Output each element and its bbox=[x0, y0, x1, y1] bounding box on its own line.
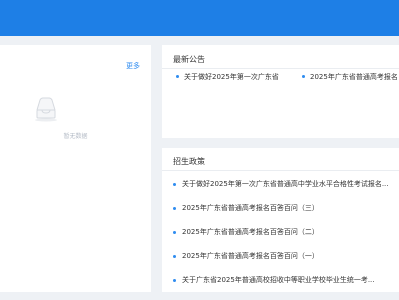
policy-bullet-icon bbox=[173, 183, 176, 186]
notice-bullet-icon bbox=[302, 75, 305, 78]
notice-item-2[interactable]: 2025年广东省普通高考报名 bbox=[310, 72, 399, 82]
notice-divider bbox=[162, 68, 399, 69]
policy-item-3[interactable]: 2025年广东省普通高考报名百答百问（二） bbox=[173, 228, 399, 240]
policy-item-text: 关于做好2025年第一次广东省普通高中学业水平合格性考试报名... bbox=[182, 180, 389, 188]
notice-item-1[interactable]: 关于做好2025年第一次广东省 bbox=[184, 72, 297, 82]
policy-item-4[interactable]: 2025年广东省普通高考报名百答百问（一） bbox=[173, 252, 399, 264]
policy-item-text: 2025年广东省普通高考报名百答百问（一） bbox=[182, 252, 319, 260]
left-panel: 更多 暂无数据 bbox=[0, 45, 151, 292]
policy-item-2[interactable]: 2025年广东省普通高考报名百答百问（三） bbox=[173, 204, 399, 216]
policy-item-5[interactable]: 关于广东省2025年普通高校招收中等职业学校毕业生统一考... bbox=[173, 276, 399, 288]
policy-divider bbox=[162, 170, 399, 171]
latest-notice-panel: 最新公告 关于做好2025年第一次广东省 2024-11-13 2025年广东省… bbox=[162, 45, 399, 168]
admission-policy-panel: 招生政策 关于做好2025年第一次广东省普通高中学业水平合格性考试报名... 2… bbox=[162, 148, 399, 292]
empty-inbox-icon bbox=[35, 97, 57, 122]
notice-title: 最新公告 bbox=[173, 55, 205, 64]
policy-bullet-icon bbox=[173, 279, 176, 282]
top-header-bar bbox=[0, 0, 399, 36]
more-link[interactable]: 更多 bbox=[126, 61, 140, 71]
policy-bullet-icon bbox=[173, 231, 176, 234]
policy-bullet-icon bbox=[173, 255, 176, 258]
policy-title: 招生政策 bbox=[173, 157, 205, 166]
notice-bullet-icon bbox=[176, 75, 179, 78]
policy-item-text: 关于广东省2025年普通高校招收中等职业学校毕业生统一考... bbox=[182, 276, 375, 284]
policy-item-1[interactable]: 关于做好2025年第一次广东省普通高中学业水平合格性考试报名... bbox=[173, 180, 399, 192]
empty-state-text: 暂无数据 bbox=[63, 133, 88, 140]
policy-item-text: 2025年广东省普通高考报名百答百问（二） bbox=[182, 228, 319, 236]
policy-bullet-icon bbox=[173, 207, 176, 210]
policy-item-text: 2025年广东省普通高考报名百答百问（三） bbox=[182, 204, 319, 212]
